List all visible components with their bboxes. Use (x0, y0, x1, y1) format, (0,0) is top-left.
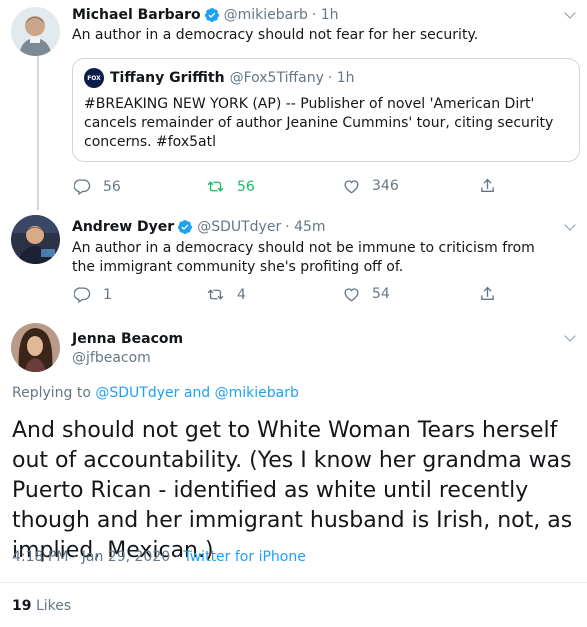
verified-badge-icon (178, 220, 193, 234)
replying-user-link[interactable]: @SDUTdyer (95, 385, 179, 401)
like-button[interactable]: 54 (343, 286, 390, 302)
timestamp[interactable]: 4:18 PM · Jan 29, 2020 · (12, 549, 179, 565)
main-tweet-text: And should not get to White Woman Tears … (12, 418, 573, 563)
verified-badge-icon (204, 8, 219, 22)
retweet-icon (207, 289, 224, 300)
author-name[interactable]: Michael Barbaro (72, 7, 201, 23)
quote-author-name: Tiffany Griffith (110, 70, 225, 86)
replying-and: and (183, 385, 211, 401)
author-name[interactable]: Jenna Beacom (72, 331, 183, 347)
tweet-time[interactable]: · 1h (312, 7, 339, 23)
retweet-button[interactable]: 4 (206, 286, 246, 303)
quote-author-handle: @Fox5Tiffany (229, 70, 324, 86)
quote-avatar: FOX (84, 68, 104, 88)
reply-count: 1 (103, 286, 112, 303)
author-handle[interactable]: @SDUTdyer (197, 219, 281, 235)
like-icon (344, 180, 359, 194)
reply-button[interactable]: 1 (74, 286, 112, 303)
retweet-count: 4 (237, 286, 246, 303)
share-icon (481, 286, 494, 300)
divider (0, 582, 587, 583)
share-icon (481, 178, 494, 192)
source-link[interactable]: Twitter for iPhone (184, 549, 306, 565)
likes-count: 19 (12, 598, 32, 614)
quote-header: FOX Tiffany Griffith @Fox5Tiffany · 1h (84, 68, 355, 88)
chevron-down-icon[interactable] (564, 7, 576, 19)
tweet-header: Michael Barbaro @mikiebarb · 1h (72, 5, 339, 25)
reply-button[interactable]: 56 (74, 178, 121, 195)
avatar[interactable] (11, 215, 60, 264)
avatar[interactable] (11, 7, 60, 56)
quote-tweet[interactable]: FOX Tiffany Griffith @Fox5Tiffany · 1h #… (72, 58, 580, 162)
share-button[interactable] (479, 285, 508, 303)
like-count: 54 (372, 286, 390, 302)
like-icon (344, 288, 359, 302)
replying-to: Replying to @SDUTdyer and @mikiebarb (12, 385, 299, 401)
retweet-button[interactable]: 56 (206, 178, 255, 195)
replying-prefix: Replying to (12, 385, 91, 401)
tweet-header: Andrew Dyer @SDUTdyer · 45m (72, 217, 326, 237)
author-handle[interactable]: @mikiebarb (224, 7, 308, 23)
tweet-text: An author in a democracy should not be i… (72, 240, 535, 275)
quote-avatar-badge: FOX (87, 74, 101, 82)
quote-text: #BREAKING NEW YORK (AP) -- Publisher of … (84, 96, 554, 150)
tweet-meta: 4:18 PM · Jan 29, 2020 · Twitter for iPh… (12, 549, 306, 565)
share-button[interactable] (479, 177, 508, 195)
replying-user-link[interactable]: @mikiebarb (215, 385, 299, 401)
like-button[interactable]: 346 (343, 178, 399, 194)
tweet-time[interactable]: · 45m (285, 219, 325, 235)
reply-icon (74, 287, 91, 303)
reply-icon (74, 179, 91, 195)
chevron-down-icon[interactable] (564, 330, 576, 342)
reply-count: 56 (103, 178, 121, 195)
likes-summary[interactable]: 19 Likes (12, 598, 71, 614)
likes-label: Likes (35, 598, 72, 614)
author-name[interactable]: Andrew Dyer (72, 219, 174, 235)
chevron-down-icon[interactable] (564, 219, 576, 231)
like-count: 346 (372, 178, 399, 194)
avatar[interactable] (11, 323, 60, 372)
thread-line (37, 56, 39, 210)
tweet-text: An author in a democracy should not fear… (72, 27, 479, 43)
quote-time: · 1h (327, 70, 355, 86)
retweet-count: 56 (237, 178, 255, 195)
author-handle[interactable]: @jfbeacom (72, 350, 151, 366)
retweet-icon (207, 181, 224, 192)
